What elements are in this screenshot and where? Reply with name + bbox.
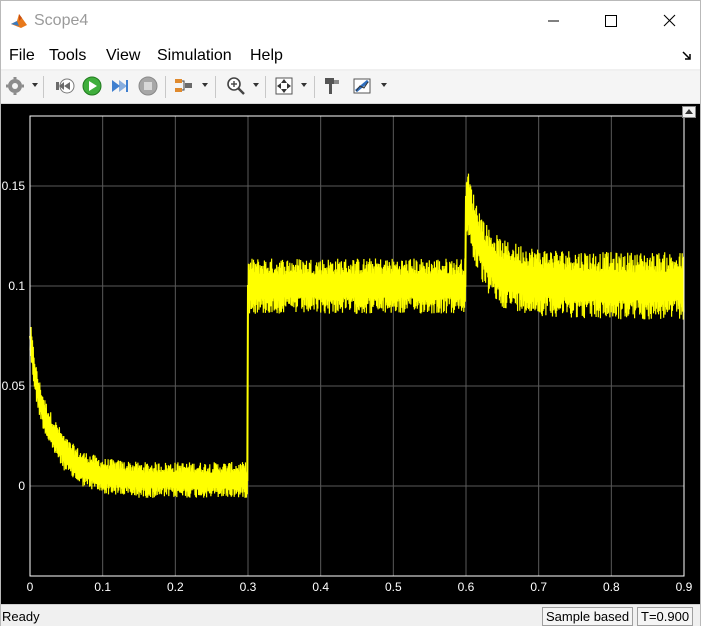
signal-mean-line	[29, 195, 684, 481]
stop-icon[interactable]	[137, 74, 159, 98]
y-tick-label: 0.1	[8, 279, 25, 293]
menu-help[interactable]: Help	[250, 47, 283, 65]
x-tick-label: 0	[27, 580, 34, 594]
title-bar: Scope4	[1, 1, 700, 43]
style-icon[interactable]	[321, 74, 343, 98]
simulation-time: T=0.900	[637, 607, 694, 626]
close-icon	[663, 14, 676, 27]
maximize-axes-icon[interactable]	[682, 106, 696, 118]
toolbar-separator	[43, 76, 44, 98]
run-icon[interactable]	[81, 74, 103, 98]
scope-window: Scope4 File Tools View Simulation Help 0…	[0, 0, 701, 626]
trace-group	[29, 173, 685, 498]
x-tick-label: 0.6	[458, 580, 475, 594]
signal-trace	[29, 173, 685, 498]
menu-bar: File Tools View Simulation Help	[1, 43, 700, 69]
scope-chart: 0 0.1 0.2 0.3 0.4 0.5 0.6 0.7 0.8 0.9 0 0.05 0.1 0.15	[2, 115, 693, 594]
zoom-in-icon[interactable]	[225, 74, 247, 98]
y-tick-label: 0	[18, 479, 25, 493]
window-title: Scope4	[34, 12, 89, 29]
scope-display[interactable]: 0 0.1 0.2 0.3 0.4 0.5 0.6 0.7 0.8 0.9 0 0.05 0.1 0.15	[1, 104, 700, 604]
highlight-icon[interactable]	[173, 74, 195, 98]
menu-view[interactable]: View	[106, 47, 140, 65]
matlab-icon	[11, 14, 27, 28]
settings-icon[interactable]	[5, 74, 25, 98]
menu-file[interactable]: File	[9, 47, 35, 65]
x-tick-label: 0.1	[94, 580, 111, 594]
autoscale-icon[interactable]	[273, 74, 295, 98]
status-bar: Ready Sample based T=0.900	[1, 604, 700, 626]
grid-lines	[29, 116, 685, 576]
menu-tools[interactable]: Tools	[49, 47, 86, 65]
step-back-icon[interactable]	[53, 74, 75, 98]
minimize-icon	[548, 20, 559, 22]
measurements-icon[interactable]	[351, 74, 373, 98]
axes-frame	[29, 115, 685, 577]
settings-dropdown-icon[interactable]	[32, 83, 38, 87]
x-tick-label: 0.3	[240, 580, 257, 594]
x-tick-label: 0.4	[312, 580, 329, 594]
zoom-dropdown-icon[interactable]	[253, 83, 259, 87]
toolbar	[1, 71, 700, 104]
x-tick-label: 0.9	[676, 580, 693, 594]
sample-mode-indicator: Sample based	[542, 607, 634, 626]
undock-arrow-icon[interactable]	[682, 51, 692, 61]
step-forward-icon[interactable]	[109, 74, 131, 98]
x-tick-label: 0.2	[167, 580, 184, 594]
y-tick-label: 0.05	[2, 379, 26, 393]
measurements-dropdown-icon[interactable]	[381, 83, 387, 87]
menu-simulation[interactable]: Simulation	[157, 47, 232, 65]
toolbar-separator	[215, 76, 216, 98]
close-button[interactable]	[647, 5, 693, 37]
x-tick-label: 0.7	[530, 580, 547, 594]
minimize-button[interactable]	[530, 5, 576, 37]
y-tick-label: 0.15	[2, 179, 26, 193]
x-tick-label: 0.5	[385, 580, 402, 594]
maximize-button[interactable]	[588, 5, 634, 37]
toolbar-separator	[165, 76, 166, 98]
status-text: Ready	[2, 609, 40, 624]
autoscale-dropdown-icon[interactable]	[301, 83, 307, 87]
toolbar-separator	[314, 76, 315, 98]
x-tick-label: 0.8	[603, 580, 620, 594]
toolbar-separator	[265, 76, 266, 98]
maximize-icon	[605, 15, 617, 27]
highlight-dropdown-icon[interactable]	[202, 83, 208, 87]
